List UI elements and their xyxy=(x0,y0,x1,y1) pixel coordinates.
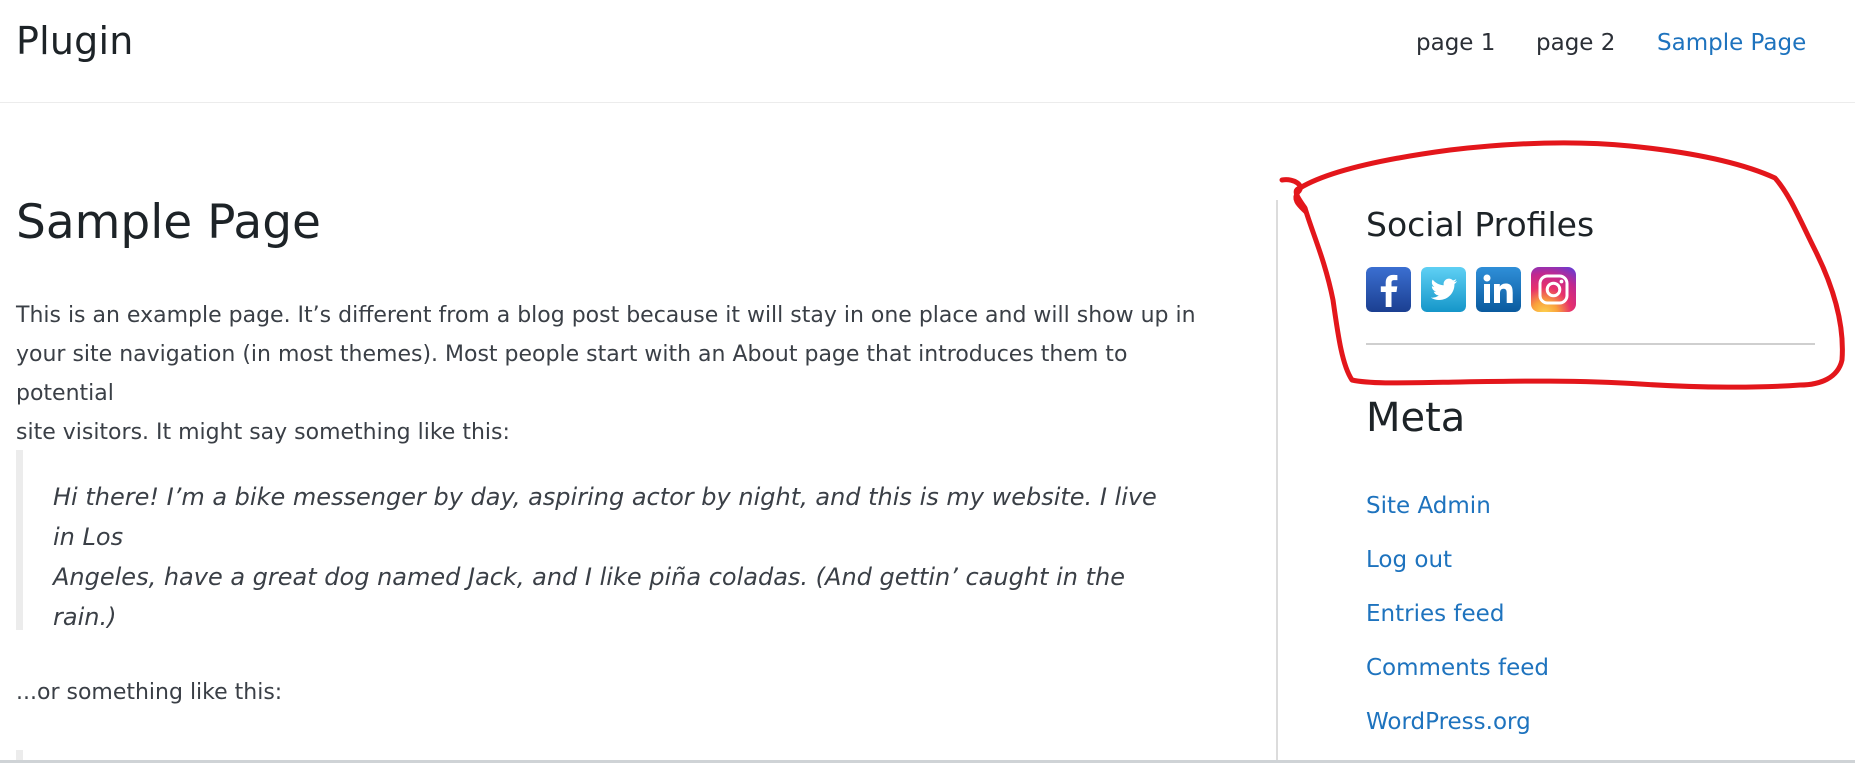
blockquote-line: Angeles, have a great dog named Jack, an… xyxy=(53,563,1125,631)
twitter-icon[interactable] xyxy=(1421,267,1466,312)
intro-paragraph: This is an example page. It’s different … xyxy=(16,296,1196,452)
intro-line: your site navigation (in most themes). M… xyxy=(16,342,1128,406)
instagram-icon[interactable] xyxy=(1531,267,1576,312)
meta-link-entries-feed[interactable]: Entries feed xyxy=(1366,601,1504,627)
social-profiles-title: Social Profiles xyxy=(1366,205,1595,244)
nav-item-page-1[interactable]: page 1 xyxy=(1416,30,1495,56)
meta-title: Meta xyxy=(1366,395,1466,441)
site-header: Plugin page 1 page 2 Sample Page xyxy=(0,0,1855,103)
page: Plugin page 1 page 2 Sample Page Sample … xyxy=(0,0,1855,763)
page-title: Sample Page xyxy=(16,195,321,250)
intro-line: site visitors. It might say something li… xyxy=(16,420,510,445)
widget-separator xyxy=(1366,343,1815,345)
sidebar-divider xyxy=(1276,200,1278,763)
meta-link-wordpress-org[interactable]: WordPress.org xyxy=(1366,709,1531,735)
outro-paragraph: ...or something like this: xyxy=(16,680,283,705)
blockquote-text: Hi there! I’m a bike messenger by day, a… xyxy=(53,477,1183,637)
intro-line: This is an example page. It’s different … xyxy=(16,303,1196,328)
nav-item-sample-page[interactable]: Sample Page xyxy=(1657,30,1806,56)
linkedin-icon[interactable] xyxy=(1476,267,1521,312)
blockquote-line: Hi there! I’m a bike messenger by day, a… xyxy=(53,483,1157,551)
primary-nav: page 1 page 2 Sample Page xyxy=(0,30,1855,60)
meta-link-log-out[interactable]: Log out xyxy=(1366,547,1452,573)
meta-link-site-admin[interactable]: Site Admin xyxy=(1366,493,1491,519)
blockquote: Hi there! I’m a bike messenger by day, a… xyxy=(16,450,1196,631)
nav-item-page-2[interactable]: page 2 xyxy=(1536,30,1615,56)
facebook-icon[interactable] xyxy=(1366,267,1411,312)
meta-link-comments-feed[interactable]: Comments feed xyxy=(1366,655,1549,681)
